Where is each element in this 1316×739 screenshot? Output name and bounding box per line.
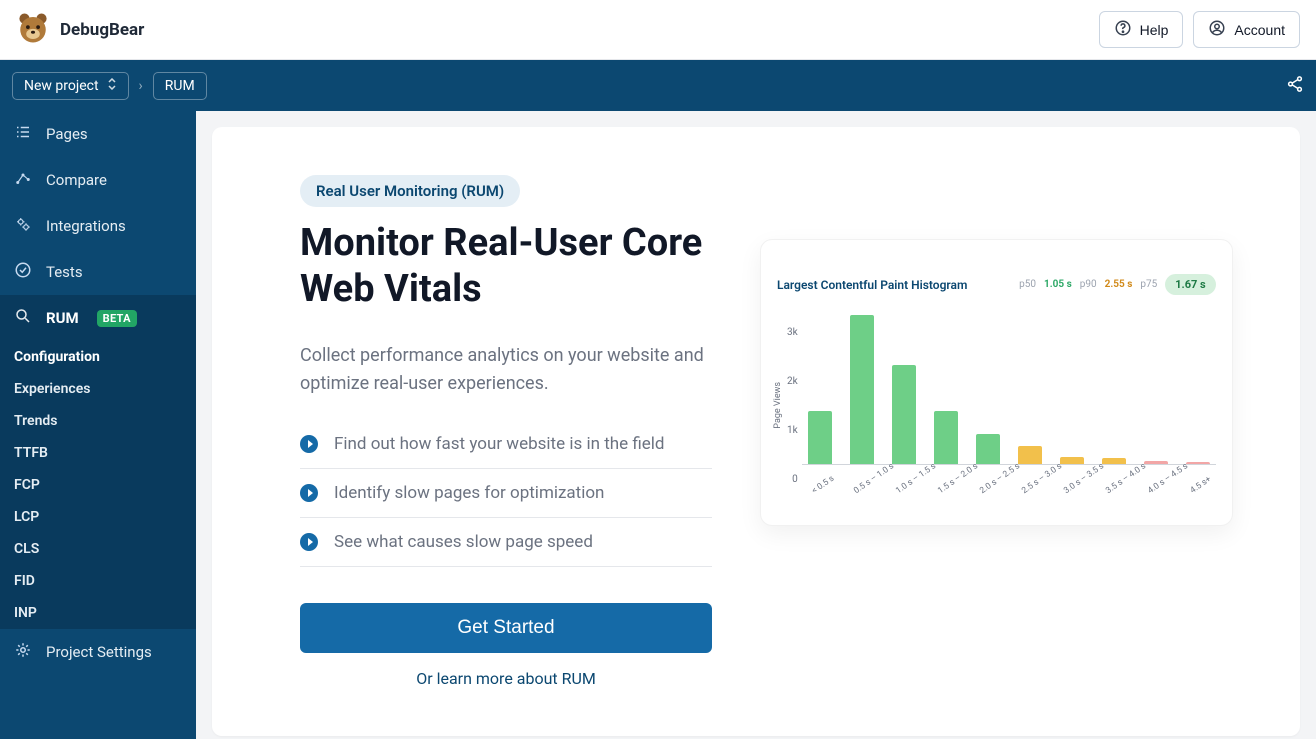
gears-icon: [14, 215, 32, 237]
help-circle-icon: [1114, 19, 1132, 40]
breadcrumb-current[interactable]: RUM: [153, 72, 207, 100]
bullet-item: Identify slow pages for optimization: [300, 469, 712, 518]
y-tick: 1k: [787, 425, 798, 436]
histogram-bar: [1018, 446, 1042, 464]
account-button[interactable]: Account: [1193, 11, 1300, 48]
bullet-item: See what causes slow page speed: [300, 518, 712, 567]
gear-icon: [14, 641, 32, 663]
sidebar: Pages Compare Integrations Tests RUM BET…: [0, 111, 196, 739]
project-selector[interactable]: New project: [12, 72, 129, 100]
sidebar-item-rum[interactable]: RUM BETA: [0, 295, 196, 341]
chevron-right-icon: ›: [139, 78, 143, 94]
brand-name: DebugBear: [60, 20, 144, 40]
p50-value: 1.05 s: [1044, 279, 1072, 290]
bullet-text: Identify slow pages for optimization: [334, 483, 604, 503]
breadcrumb-bar: New project › RUM: [0, 60, 1316, 111]
sidebar-sub-fcp[interactable]: FCP: [0, 469, 196, 501]
get-started-button[interactable]: Get Started: [300, 603, 712, 653]
sidebar-item-pages[interactable]: Pages: [0, 111, 196, 157]
y-tick: 3k: [787, 327, 798, 338]
bullet-text: See what causes slow page speed: [334, 532, 593, 552]
page-subtitle: Collect performance analytics on your we…: [300, 342, 712, 398]
histogram-bar: [976, 434, 1000, 464]
sidebar-sub-inp[interactable]: INP: [0, 597, 196, 629]
chevrons-updown-icon: [107, 78, 117, 94]
p75-label: p75: [1140, 279, 1157, 290]
help-label: Help: [1140, 22, 1169, 38]
y-axis-label: Page Views: [773, 382, 783, 429]
p50-label: p50: [1019, 279, 1036, 290]
help-button[interactable]: Help: [1099, 11, 1184, 48]
bullet-item: Find out how fast your website is in the…: [300, 420, 712, 469]
y-tick: 0: [787, 474, 798, 485]
p90-value: 2.55 s: [1105, 279, 1133, 290]
sidebar-item-label: Integrations: [46, 217, 126, 235]
check-circle-icon: [14, 261, 32, 283]
sidebar-item-project-settings[interactable]: Project Settings: [0, 629, 196, 675]
sidebar-item-label: Project Settings: [46, 643, 152, 661]
sidebar-item-label: Pages: [46, 125, 88, 143]
y-tick: 2k: [787, 376, 798, 387]
lcp-histogram-card: Largest Contentful Paint Histogram p50 1…: [760, 239, 1233, 526]
sidebar-sub-experiences[interactable]: Experiences: [0, 373, 196, 405]
sidebar-sub-cls[interactable]: CLS: [0, 533, 196, 565]
play-circle-icon: [300, 484, 318, 502]
top-bar: DebugBear Help Account: [0, 0, 1316, 60]
bullet-list: Find out how fast your website is in the…: [300, 420, 712, 567]
hero-card: Real User Monitoring (RUM) Monitor Real-…: [212, 127, 1300, 736]
sidebar-item-integrations[interactable]: Integrations: [0, 203, 196, 249]
histogram-bar: [1186, 462, 1210, 464]
sidebar-sub-ttfb[interactable]: TTFB: [0, 437, 196, 469]
main-area: Real User Monitoring (RUM) Monitor Real-…: [196, 111, 1316, 739]
sidebar-item-tests[interactable]: Tests: [0, 249, 196, 295]
user-circle-icon: [1208, 19, 1226, 40]
list-icon: [14, 123, 32, 145]
play-circle-icon: [300, 533, 318, 551]
page-title: Monitor Real-User Core Web Vitals: [300, 221, 712, 312]
histogram-bar: [850, 315, 874, 464]
sidebar-sub-list: ConfigurationExperiencesTrendsTTFBFCPLCP…: [0, 341, 196, 629]
sidebar-item-label: RUM: [46, 309, 79, 327]
play-circle-icon: [300, 435, 318, 453]
learn-more-link[interactable]: Or learn more about RUM: [300, 669, 712, 688]
account-label: Account: [1234, 22, 1285, 38]
brand[interactable]: DebugBear: [16, 11, 144, 49]
y-ticks: 3k 2k 1k 0: [787, 325, 798, 485]
feature-pill: Real User Monitoring (RUM): [300, 175, 520, 207]
histogram-bar: [1102, 458, 1126, 464]
histogram-bar: [1060, 457, 1084, 464]
histogram-bar: [808, 411, 832, 464]
bullet-text: Find out how fast your website is in the…: [334, 434, 665, 454]
histogram-bar: [892, 365, 916, 464]
histogram-bar: [934, 411, 958, 464]
sidebar-item-label: Compare: [46, 171, 107, 189]
sidebar-sub-fid[interactable]: FID: [0, 565, 196, 597]
chart-title: Largest Contentful Paint Histogram: [777, 278, 967, 292]
magnify-icon: [14, 307, 32, 329]
bear-logo-icon: [16, 11, 50, 49]
percentile-stats: p50 1.05 s p90 2.55 s p75 1.67 s: [1019, 274, 1216, 295]
beta-badge: BETA: [97, 310, 137, 327]
project-name: New project: [24, 78, 99, 94]
histogram-bar: [1144, 461, 1168, 464]
sidebar-sub-configuration[interactable]: Configuration: [0, 341, 196, 373]
histogram-bars: [802, 305, 1216, 465]
p75-value: 1.67 s: [1165, 274, 1216, 295]
sidebar-sub-lcp[interactable]: LCP: [0, 501, 196, 533]
sidebar-item-compare[interactable]: Compare: [0, 157, 196, 203]
share-button[interactable]: [1286, 75, 1304, 97]
x-ticks: < 0.5 s0.5 s – 1.0 s1.0 s – 1.5 s1.5 s –…: [802, 465, 1216, 481]
compare-icon: [14, 169, 32, 191]
sidebar-item-label: Tests: [46, 263, 83, 281]
p90-label: p90: [1080, 279, 1097, 290]
sidebar-sub-trends[interactable]: Trends: [0, 405, 196, 437]
